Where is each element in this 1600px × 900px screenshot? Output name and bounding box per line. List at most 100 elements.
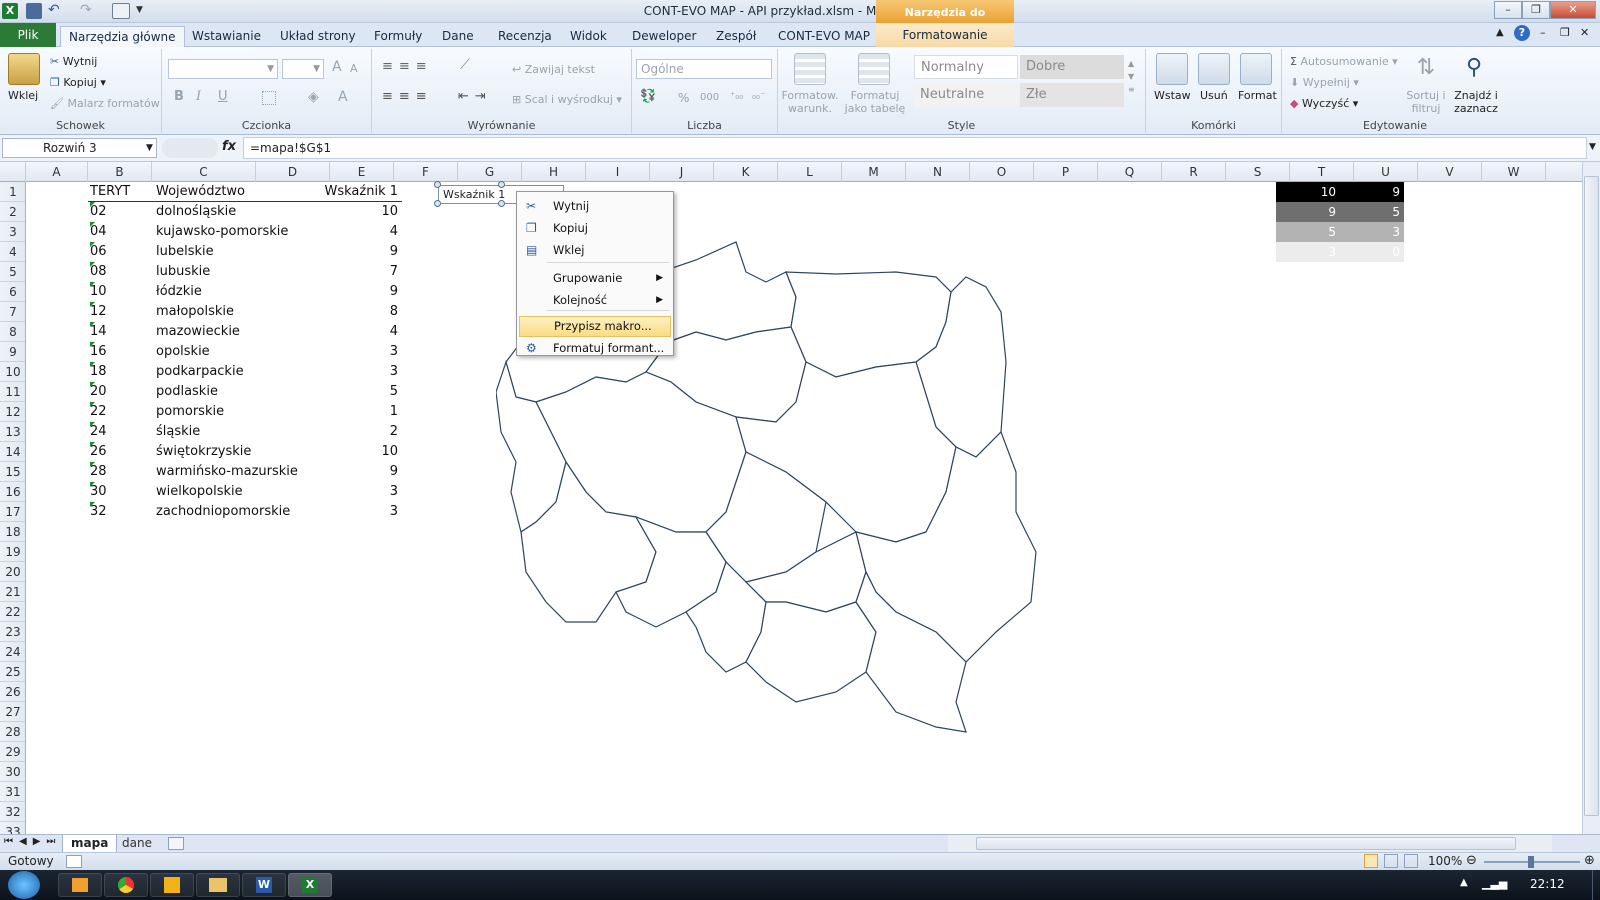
number-format-select[interactable]: Ogólne bbox=[636, 59, 772, 79]
cell-wskaznik[interactable]: 3 bbox=[288, 362, 398, 382]
cell-teryt[interactable]: 16 bbox=[90, 342, 150, 362]
cell-teryt[interactable]: 24 bbox=[90, 422, 150, 442]
resize-handle[interactable] bbox=[434, 181, 441, 188]
row-header-14[interactable]: 14 bbox=[0, 442, 25, 462]
formula-input[interactable]: =mapa!$G$1 bbox=[243, 137, 1587, 159]
row-header-6[interactable]: 6 bbox=[0, 282, 25, 302]
column-header-c[interactable]: C bbox=[152, 162, 256, 182]
row-header-2[interactable]: 2 bbox=[0, 202, 25, 222]
cell-wskaznik[interactable]: 3 bbox=[288, 342, 398, 362]
page-break-view-icon[interactable] bbox=[1404, 854, 1418, 868]
vertical-align-icons[interactable]: ≡≡≡ bbox=[382, 59, 433, 74]
row-header-7[interactable]: 7 bbox=[0, 302, 25, 322]
row-header-12[interactable]: 12 bbox=[0, 402, 25, 422]
legend-cell[interactable]: 9 bbox=[1340, 182, 1404, 202]
horizontal-scroll-thumb[interactable] bbox=[976, 837, 1516, 850]
row-header-21[interactable]: 21 bbox=[0, 582, 25, 602]
cell-wskaznik[interactable]: 3 bbox=[288, 482, 398, 502]
sheet-nav-icons[interactable]: ⏮◀▶⏭ bbox=[4, 836, 61, 847]
cell-wojewodztwo[interactable]: dolnośląskie bbox=[156, 202, 306, 222]
menu-item-grupowanie[interactable]: Grupowanie ▶ bbox=[519, 268, 671, 289]
autosum-button[interactable]: Σ Autosumowanie ▾ bbox=[1290, 55, 1398, 68]
name-box-dropdown-icon[interactable]: ▼ bbox=[146, 143, 153, 153]
tab-cont-evo-map[interactable]: CONT-EVO MAP bbox=[770, 26, 878, 47]
tab-format[interactable]: Formatowanie bbox=[876, 23, 1014, 47]
tab-data[interactable]: Dane bbox=[434, 26, 482, 47]
cell-wskaznik[interactable]: 1 bbox=[288, 402, 398, 422]
menu-item-wklej[interactable]: ▤ Wklej bbox=[519, 240, 671, 261]
cell-wojewodztwo[interactable]: mazowieckie bbox=[156, 322, 306, 342]
row-header-17[interactable]: 17 bbox=[0, 502, 25, 522]
cell-wskaznik[interactable]: 9 bbox=[288, 242, 398, 262]
header-wskaznik[interactable]: Wskaźnik 1 bbox=[288, 182, 399, 202]
tab-home[interactable]: Narzędzia główne bbox=[60, 26, 185, 47]
tab-view[interactable]: Widok bbox=[562, 26, 615, 47]
maximize-button[interactable]: ❐ bbox=[1522, 1, 1550, 19]
conditional-format-icon[interactable] bbox=[794, 53, 826, 85]
style-normal[interactable]: Normalny bbox=[914, 55, 1018, 79]
legend-cell[interactable]: 5 bbox=[1340, 202, 1404, 222]
row-header-8[interactable]: 8 bbox=[0, 322, 25, 342]
row-header-4[interactable]: 4 bbox=[0, 242, 25, 262]
resize-handle[interactable] bbox=[498, 181, 505, 188]
cell-wojewodztwo[interactable]: łódzkie bbox=[156, 282, 306, 302]
row-header-25[interactable]: 25 bbox=[0, 662, 25, 682]
orientation-icon[interactable]: ⟋ bbox=[460, 57, 470, 73]
cell-teryt[interactable]: 12 bbox=[90, 302, 150, 322]
row-header-22[interactable]: 22 bbox=[0, 602, 25, 622]
column-header-t[interactable]: T bbox=[1290, 162, 1354, 182]
column-header-e[interactable]: E bbox=[330, 162, 394, 182]
resize-handle[interactable] bbox=[434, 200, 441, 207]
tray-arrow-icon[interactable]: ▲ bbox=[1460, 877, 1468, 888]
tab-page-layout[interactable]: Układ strony bbox=[272, 26, 364, 47]
cell-wojewodztwo[interactable]: zachodniopomorskie bbox=[156, 502, 306, 522]
zoom-level[interactable]: 100% bbox=[1428, 854, 1462, 868]
help-icon[interactable]: ? bbox=[1514, 25, 1530, 41]
cell-teryt[interactable]: 14 bbox=[90, 322, 150, 342]
find-select-button[interactable]: Znajdź i zaznacz bbox=[1448, 89, 1504, 115]
row-header-3[interactable]: 3 bbox=[0, 222, 25, 242]
cell-wskaznik[interactable]: 4 bbox=[288, 322, 398, 342]
doc-close-icon[interactable]: ✕ bbox=[1580, 26, 1589, 39]
row-header-29[interactable]: 29 bbox=[0, 742, 25, 762]
row-header-23[interactable]: 23 bbox=[0, 622, 25, 642]
paste-icon[interactable] bbox=[8, 53, 40, 85]
cell-wojewodztwo[interactable]: śląskie bbox=[156, 422, 306, 442]
format-as-table-button[interactable]: Formatuj jako tabelę bbox=[842, 89, 908, 115]
menu-item-formatuj-formant[interactable]: ⚙ Formatuj formant... bbox=[519, 338, 671, 359]
merge-center-button[interactable]: ⊞ Scal i wyśrodkuj ▾ bbox=[512, 93, 622, 106]
cell-wskaznik[interactable]: 5 bbox=[288, 382, 398, 402]
column-header-a[interactable]: A bbox=[26, 162, 88, 182]
cell-wskaznik[interactable]: 10 bbox=[288, 442, 398, 462]
column-header-u[interactable]: U bbox=[1354, 162, 1418, 182]
column-header-w[interactable]: W bbox=[1482, 162, 1546, 182]
row-header-18[interactable]: 18 bbox=[0, 522, 25, 542]
menu-item-kolejność[interactable]: Kolejność ▶ bbox=[519, 290, 671, 311]
binoculars-icon[interactable]: ⚲ bbox=[1458, 53, 1490, 85]
menu-item-przypisz-makro[interactable]: Przypisz makro... bbox=[519, 316, 671, 337]
clear-button[interactable]: ◆ Wyczyść ▾ bbox=[1290, 97, 1358, 110]
underline-button[interactable]: U bbox=[218, 89, 228, 104]
column-header-k[interactable]: K bbox=[714, 162, 778, 182]
column-header-f[interactable]: F bbox=[394, 162, 458, 182]
cell-wskaznik[interactable]: 4 bbox=[288, 222, 398, 242]
select-all-corner[interactable] bbox=[0, 162, 26, 182]
paste-button[interactable]: Wklej bbox=[8, 89, 38, 102]
cell-wojewodztwo[interactable]: opolskie bbox=[156, 342, 306, 362]
column-header-n[interactable]: N bbox=[906, 162, 970, 182]
row-header-9[interactable]: 9 bbox=[0, 342, 25, 362]
row-header-30[interactable]: 30 bbox=[0, 762, 25, 782]
column-header-q[interactable]: Q bbox=[1098, 162, 1162, 182]
tab-review[interactable]: Recenzja bbox=[490, 26, 560, 47]
insert-button[interactable]: Wstaw bbox=[1154, 89, 1191, 102]
format-painter-button[interactable]: 🖌 Malarz formatów bbox=[50, 97, 160, 110]
row-header-19[interactable]: 19 bbox=[0, 542, 25, 562]
cell-wskaznik[interactable]: 2 bbox=[288, 422, 398, 442]
name-box[interactable]: Rozwiń 3 bbox=[2, 138, 157, 158]
column-header-l[interactable]: L bbox=[778, 162, 842, 182]
expand-formula-icon[interactable]: ▼ bbox=[1589, 142, 1596, 152]
cell-wskaznik[interactable]: 9 bbox=[288, 462, 398, 482]
tab-team[interactable]: Zespół bbox=[708, 26, 764, 47]
resize-handle[interactable] bbox=[498, 200, 505, 207]
zoom-in-icon[interactable]: ⊕ bbox=[1584, 853, 1595, 868]
